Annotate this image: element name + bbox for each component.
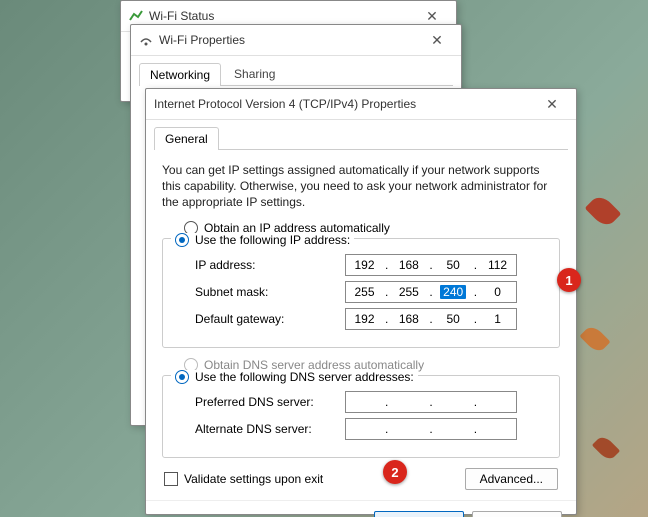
ip-address-label: IP address: (195, 258, 345, 272)
alternate-dns-input[interactable]: ... (345, 418, 517, 440)
close-icon[interactable]: ✕ (421, 32, 453, 49)
window-title: Internet Protocol Version 4 (TCP/IPv4) P… (154, 97, 536, 111)
bg-leaf (579, 323, 610, 354)
validate-label: Validate settings upon exit (184, 472, 323, 486)
ipv4-properties-window: Internet Protocol Version 4 (TCP/IPv4) P… (145, 88, 577, 515)
preferred-dns-label: Preferred DNS server: (195, 395, 345, 409)
close-icon[interactable]: ✕ (416, 8, 448, 25)
tab-sharing[interactable]: Sharing (223, 62, 286, 85)
window-title: Wi-Fi Properties (159, 33, 421, 47)
description-text: You can get IP settings assigned automat… (162, 162, 560, 211)
ip-address-group: Use the following IP address: IP address… (162, 238, 560, 348)
radio-use-following-ip[interactable] (175, 233, 189, 247)
subnet-mask-label: Subnet mask: (195, 285, 345, 299)
subnet-mask-input[interactable]: 255. 255. 240. 0 (345, 281, 517, 303)
radio-use-following-dns[interactable] (175, 370, 189, 384)
wifi-status-icon (129, 9, 143, 23)
bg-leaf (585, 193, 622, 230)
callout-1: 1 (557, 268, 581, 292)
ok-button[interactable]: OK (374, 511, 464, 517)
ip-address-input[interactable]: 192. 168. 50. 112 (345, 254, 517, 276)
cancel-button[interactable]: Cancel (472, 511, 562, 517)
callout-2: 2 (383, 460, 407, 484)
radio-label: Use the following DNS server addresses: (195, 370, 414, 384)
close-icon[interactable]: ✕ (536, 96, 568, 113)
validate-checkbox[interactable] (164, 472, 178, 486)
alternate-dns-label: Alternate DNS server: (195, 422, 345, 436)
window-title: Wi-Fi Status (149, 9, 416, 23)
dns-group: Use the following DNS server addresses: … (162, 375, 560, 458)
tab-general[interactable]: General (154, 127, 219, 150)
preferred-dns-input[interactable]: ... (345, 391, 517, 413)
advanced-button[interactable]: Advanced... (465, 468, 558, 490)
tab-networking[interactable]: Networking (139, 63, 221, 86)
default-gateway-label: Default gateway: (195, 312, 345, 326)
radio-label: Use the following IP address: (195, 233, 350, 247)
bg-leaf (592, 434, 620, 462)
wifi-icon (139, 33, 153, 47)
default-gateway-input[interactable]: 192. 168. 50. 1 (345, 308, 517, 330)
